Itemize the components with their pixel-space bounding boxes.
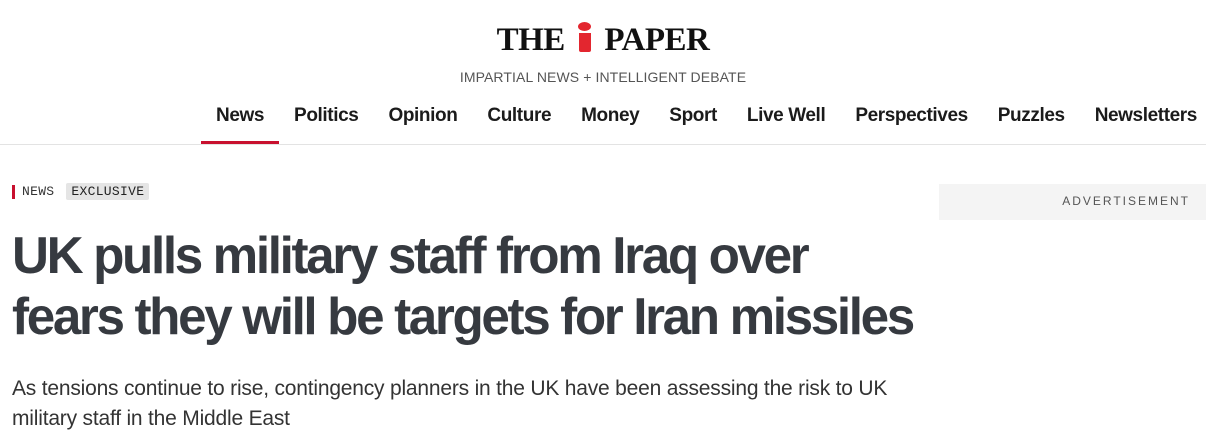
logo-text-the: THE	[496, 22, 566, 58]
nav-item-newsletters[interactable]: Newsletters	[1080, 98, 1206, 144]
logo-text-paper: PAPER	[604, 22, 710, 58]
article-headline: UK pulls military staff from Iraq over f…	[12, 227, 915, 346]
nav-item-money[interactable]: Money	[566, 98, 654, 144]
advertisement-slot: ADVERTISEMENT	[939, 184, 1206, 220]
advertisement-label: ADVERTISEMENT	[1062, 194, 1190, 208]
nav-item-puzzles[interactable]: Puzzles	[983, 98, 1080, 144]
masthead: THE PAPER IMPARTIAL NEWS + INTELLIGENT D…	[0, 0, 1206, 145]
nav-item-opinion[interactable]: Opinion	[373, 98, 472, 144]
article-kicker: NEWS EXCLUSIVE	[12, 183, 932, 200]
nav-item-culture[interactable]: Culture	[472, 98, 566, 144]
nav-item-sport[interactable]: Sport	[654, 98, 732, 144]
section-marker	[12, 184, 15, 199]
article-standfirst: As tensions continue to rise, contingenc…	[12, 377, 888, 430]
exclusive-badge: EXCLUSIVE	[66, 183, 150, 200]
article-header: NEWS EXCLUSIVE UK pulls military staff f…	[12, 183, 932, 430]
nav-item-live-well[interactable]: Live Well	[732, 98, 840, 144]
site-tagline: IMPARTIAL NEWS + INTELLIGENT DEBATE	[459, 69, 747, 85]
section-link[interactable]: NEWS	[22, 184, 54, 199]
main-nav: News Politics Opinion Culture Money Spor…	[201, 98, 1206, 144]
nav-item-politics[interactable]: Politics	[279, 98, 373, 144]
nav-item-perspectives[interactable]: Perspectives	[840, 98, 982, 144]
nav-item-news[interactable]: News	[201, 98, 280, 144]
site-logo[interactable]: THE PAPER	[0, 20, 1206, 60]
i-logo-icon	[575, 22, 595, 54]
